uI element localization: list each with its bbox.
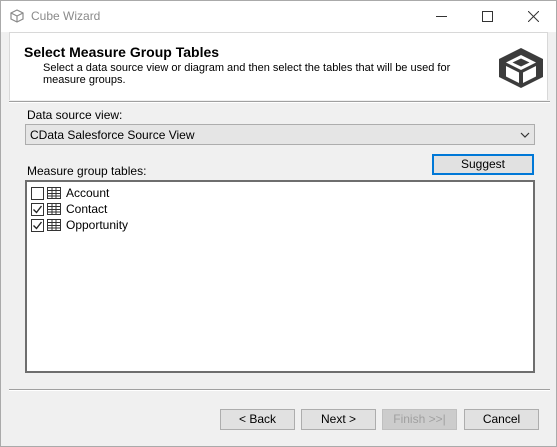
footer-separator <box>9 389 550 391</box>
page-title: Select Measure Group Tables <box>24 44 220 60</box>
contact-checkbox[interactable] <box>31 202 44 216</box>
account-checkbox[interactable] <box>31 186 44 200</box>
window-title: Cube Wizard <box>31 9 101 23</box>
data-source-dropdown[interactable]: CData Salesforce Source View <box>25 124 535 145</box>
maximize-icon <box>481 11 493 22</box>
cube-wizard-window: Cube Wizard Select Measure Group Tables … <box>0 0 557 447</box>
measure-group-list[interactable]: Account Contact Opportunity <box>25 180 535 373</box>
opportunity-checkbox[interactable] <box>31 218 44 232</box>
cube-logo-icon <box>499 48 543 88</box>
title-bar[interactable]: Cube Wizard <box>1 1 556 32</box>
measure-group-label: Measure group tables: <box>27 164 147 178</box>
close-icon <box>527 11 539 22</box>
table-icon <box>47 187 61 199</box>
wizard-header: Select Measure Group Tables Select a dat… <box>9 32 548 100</box>
page-description: Select a data source view or diagram and… <box>43 62 451 86</box>
opportunity-label: Opportunity <box>66 218 129 232</box>
close-button[interactable] <box>510 1 556 32</box>
contact-label: Contact <box>66 202 108 216</box>
finish-button: Finish >>| <box>382 409 457 430</box>
checkmark-icon <box>33 205 43 214</box>
data-source-selected: CData Salesforce Source View <box>30 128 195 142</box>
cube-icon <box>10 9 24 23</box>
list-item-account[interactable]: Account <box>31 185 109 201</box>
next-button[interactable]: Next > <box>301 409 376 430</box>
header-separator <box>9 101 550 103</box>
checkmark-icon <box>33 221 43 230</box>
cancel-button[interactable]: Cancel <box>464 409 539 430</box>
back-button[interactable]: < Back <box>220 409 295 430</box>
table-icon <box>47 203 61 215</box>
list-item-contact[interactable]: Contact <box>31 201 107 217</box>
suggest-button[interactable]: Suggest <box>432 154 534 175</box>
minimize-icon <box>435 16 447 17</box>
account-label: Account <box>66 186 110 200</box>
maximize-button[interactable] <box>464 1 510 32</box>
minimize-button[interactable] <box>418 1 464 32</box>
data-source-label: Data source view: <box>27 108 123 122</box>
table-icon <box>47 219 61 231</box>
list-item-opportunity[interactable]: Opportunity <box>31 217 128 233</box>
chevron-down-icon <box>520 132 530 138</box>
